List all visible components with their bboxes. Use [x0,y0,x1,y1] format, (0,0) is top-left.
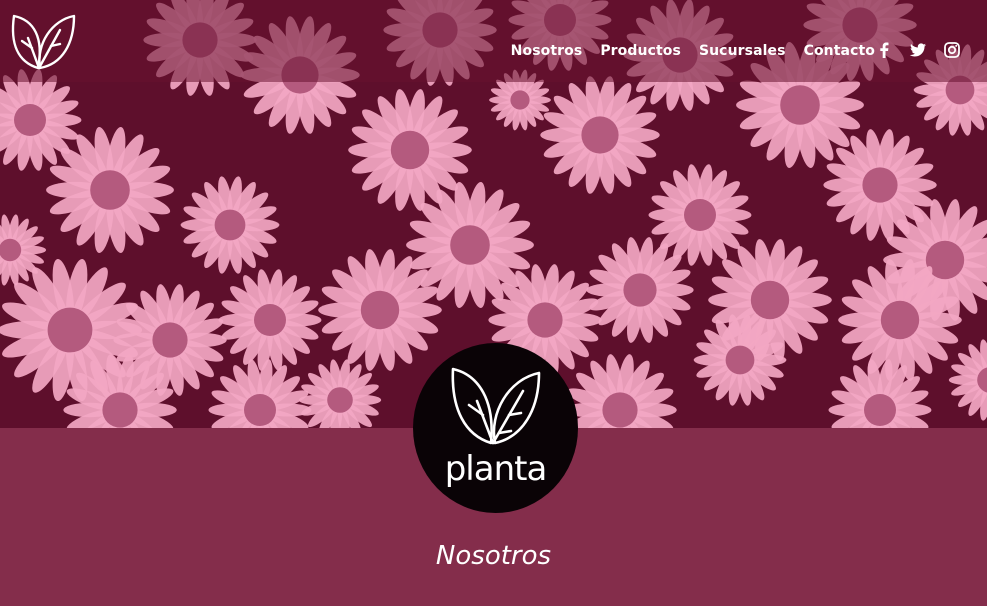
top-navbar: Nosotros Productos Sucursales Contacto [0,0,987,82]
section-title: Nosotros [435,541,552,571]
nav-link-productos[interactable]: Productos [600,43,681,59]
main-nav: Nosotros Productos Sucursales Contacto [511,43,875,59]
twitter-link[interactable] [909,41,927,59]
facebook-icon [880,42,889,58]
instagram-link[interactable] [943,41,961,59]
nav-link-nosotros[interactable]: Nosotros [511,43,583,59]
leaf-logo-icon [11,14,76,70]
facebook-link[interactable] [875,41,893,59]
brand-logo-link[interactable] [8,8,78,74]
social-links [875,41,961,59]
brand-logo-badge: planta [413,343,578,513]
leaf-logo-icon [451,367,541,445]
instagram-icon [944,42,960,58]
nav-link-contacto[interactable]: Contacto [804,43,875,59]
twitter-icon [909,43,926,57]
brand-name: planta [444,449,548,489]
nav-link-sucursales[interactable]: Sucursales [699,43,786,59]
